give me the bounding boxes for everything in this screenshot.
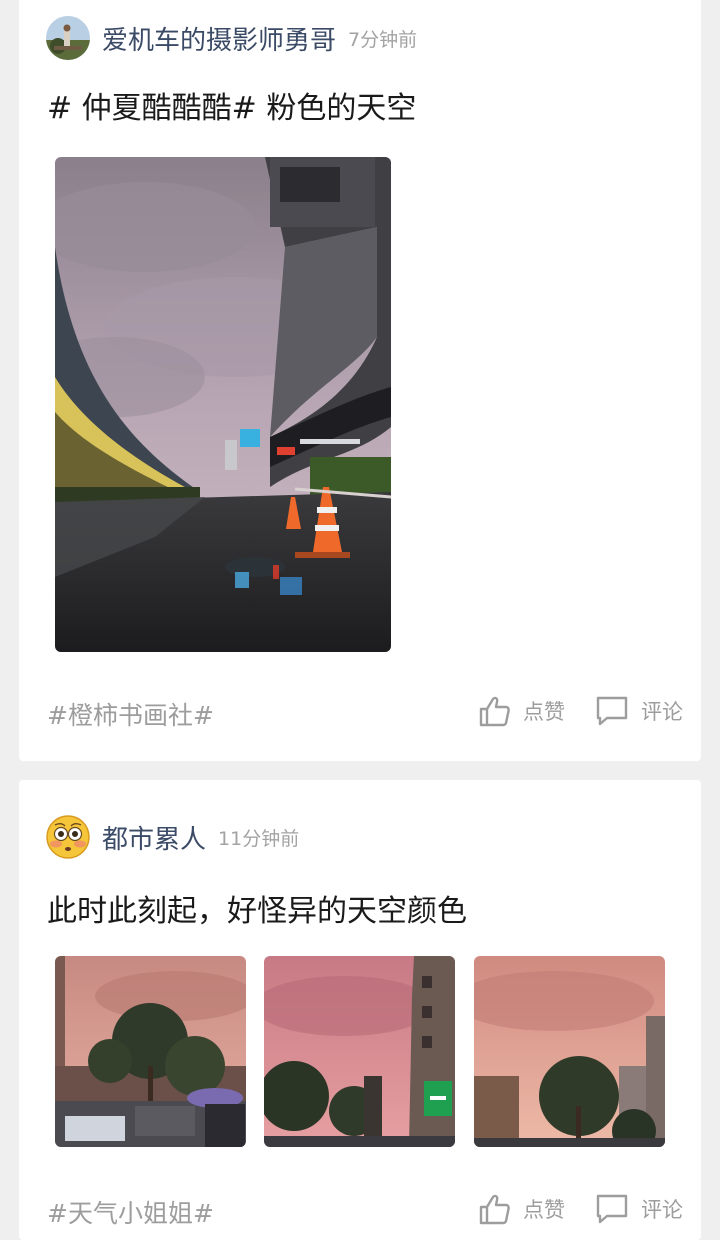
like-label: 点赞 <box>523 700 565 724</box>
comment-icon <box>596 696 628 726</box>
comment-button[interactable]: 评论 <box>595 694 683 728</box>
post-time: 11分钟前 <box>218 827 300 850</box>
post-content: # 仲夏酷酷酷# 粉色的天空 <box>47 91 417 126</box>
post-photo[interactable] <box>55 157 391 652</box>
comment-label: 评论 <box>641 700 683 724</box>
comment-label: 评论 <box>641 1198 683 1222</box>
post-card[interactable]: 都市累人 11分钟前 此时此刻起，好怪异的天空颜色 #天气小姐姐# 点赞 评论 <box>19 780 701 1240</box>
post-photo[interactable] <box>55 956 246 1147</box>
topic-tag[interactable]: #橙柿书画社# <box>47 696 214 732</box>
author-name[interactable]: 都市累人 <box>102 819 206 856</box>
like-button[interactable]: 点赞 <box>477 1192 565 1226</box>
like-label: 点赞 <box>523 1198 565 1222</box>
thumbs-up-icon <box>479 696 510 727</box>
thumbs-up-icon <box>479 1194 510 1225</box>
like-button[interactable]: 点赞 <box>477 694 565 728</box>
post-time: 7分钟前 <box>348 28 418 51</box>
author-name[interactable]: 爱机车的摄影师勇哥 <box>102 20 336 57</box>
comment-icon <box>596 1194 628 1224</box>
author-avatar[interactable] <box>46 16 90 60</box>
topic-tag[interactable]: #天气小姐姐# <box>47 1194 214 1230</box>
comment-button[interactable]: 评论 <box>595 1192 683 1226</box>
post-photo[interactable] <box>264 956 455 1147</box>
author-avatar[interactable] <box>46 815 90 859</box>
post-header: 爱机车的摄影师勇哥 7分钟前 <box>46 14 417 62</box>
post-header: 都市累人 11分钟前 <box>46 813 299 861</box>
post-card[interactable]: 爱机车的摄影师勇哥 7分钟前 # 仲夏酷酷酷# 粉色的天空 #橙柿书画社# 点赞… <box>19 0 701 761</box>
post-photo[interactable] <box>474 956 665 1147</box>
post-content: 此时此刻起，好怪异的天空颜色 <box>47 894 467 929</box>
